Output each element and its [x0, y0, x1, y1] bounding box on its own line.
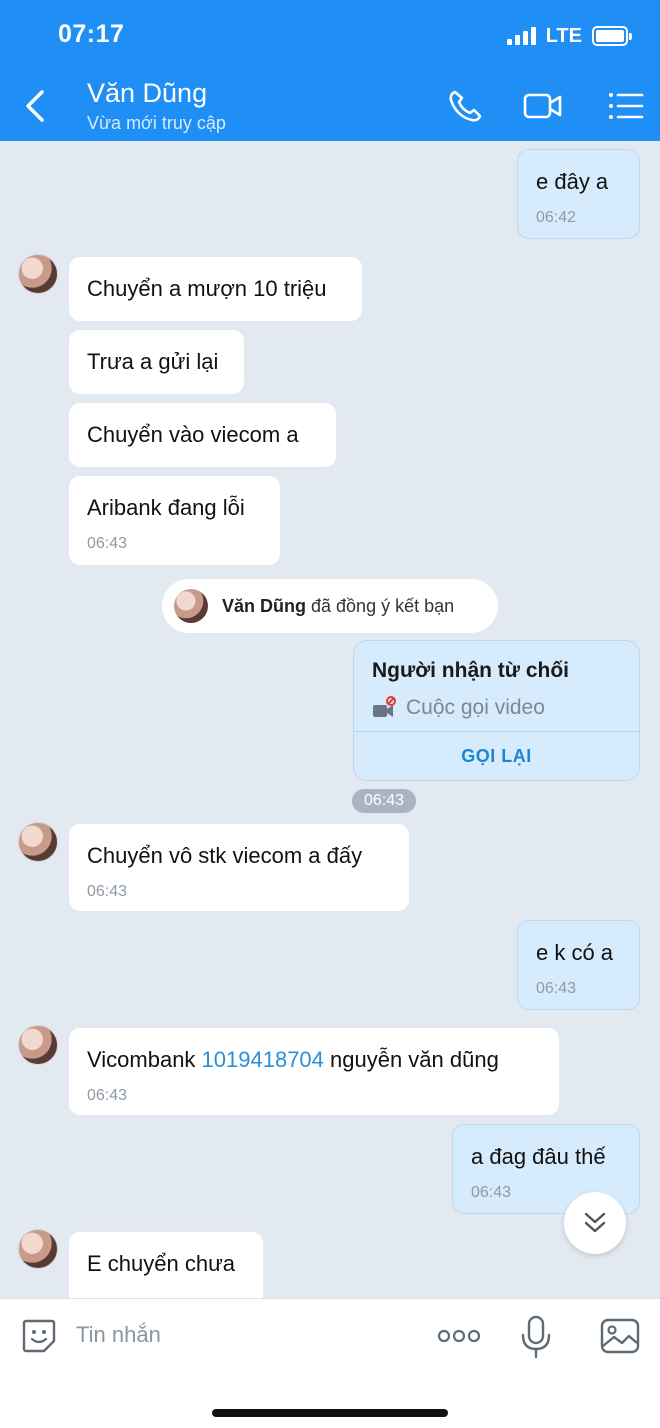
message-bubble-in[interactable]: Chuyển vào viecom a: [68, 402, 337, 468]
battery-icon: [592, 26, 632, 46]
avatar[interactable]: [18, 1025, 58, 1065]
video-call-icon[interactable]: [523, 88, 563, 124]
video-call-declined-icon: [373, 696, 396, 717]
friend-accepted-notice: Văn Dũng đã đồng ý kết bạn: [162, 579, 498, 633]
account-number-link[interactable]: 1019418704: [202, 1047, 324, 1072]
microphone-icon[interactable]: [520, 1315, 552, 1359]
image-icon[interactable]: [600, 1317, 640, 1355]
network-label: LTE: [545, 24, 582, 47]
message-bubble-in[interactable]: Aribank đang lỗi 06:43: [68, 475, 281, 566]
sticker-emoji-icon[interactable]: [20, 1317, 58, 1355]
back-icon[interactable]: [18, 84, 58, 128]
contact-name[interactable]: Văn Dũng: [87, 78, 207, 109]
home-indicator[interactable]: [212, 1409, 448, 1417]
composer-bar: [0, 1298, 660, 1428]
avatar[interactable]: [18, 822, 58, 862]
double-chevron-down-icon: [584, 1212, 606, 1233]
message-bubble-in[interactable]: Vicombank 1019418704 nguyễn văn dũng 06:…: [68, 1027, 560, 1116]
message-input[interactable]: [76, 1315, 416, 1355]
chat-header: 07:17 LTE Văn Dũng Vừa mới truy cập: [0, 0, 660, 141]
call-again-button[interactable]: GỌI LẠI: [354, 731, 639, 780]
scroll-to-bottom-button[interactable]: [564, 1192, 626, 1254]
status-time: 07:17: [58, 20, 125, 48]
avatar: [174, 589, 208, 623]
message-bubble-in[interactable]: Trưa a gửi lại: [68, 329, 245, 395]
message-bubble-in[interactable]: Chuyển a mượn 10 triệu: [68, 256, 363, 322]
more-options-icon[interactable]: [436, 1323, 482, 1349]
avatar[interactable]: [18, 254, 58, 294]
call-time: 06:43: [352, 789, 416, 813]
message-bubble-out[interactable]: e đây a 06:42: [517, 149, 640, 239]
message-list[interactable]: e đây a 06:42 Chuyển a mượn 10 triệu Trư…: [0, 141, 660, 1298]
message-bubble-in[interactable]: Chuyển vô stk viecom a đấy 06:43: [68, 823, 410, 912]
message-bubble-in[interactable]: E chuyển chưa: [68, 1231, 264, 1298]
message-bubble-out[interactable]: e k có a 06:43: [517, 920, 640, 1010]
call-status: Người nhận từ chối: [372, 659, 569, 682]
avatar[interactable]: [18, 1229, 58, 1269]
menu-icon[interactable]: [606, 88, 646, 124]
contact-status: Vừa mới truy cập: [87, 113, 226, 133]
signal-icon: [506, 27, 536, 45]
missed-call-card[interactable]: Người nhận từ chối Cuộc gọi video GỌI LẠ…: [353, 640, 640, 781]
status-indicators: LTE: [506, 24, 632, 48]
call-type: Cuộc gọi video: [406, 696, 545, 719]
phone-icon[interactable]: [446, 88, 486, 124]
